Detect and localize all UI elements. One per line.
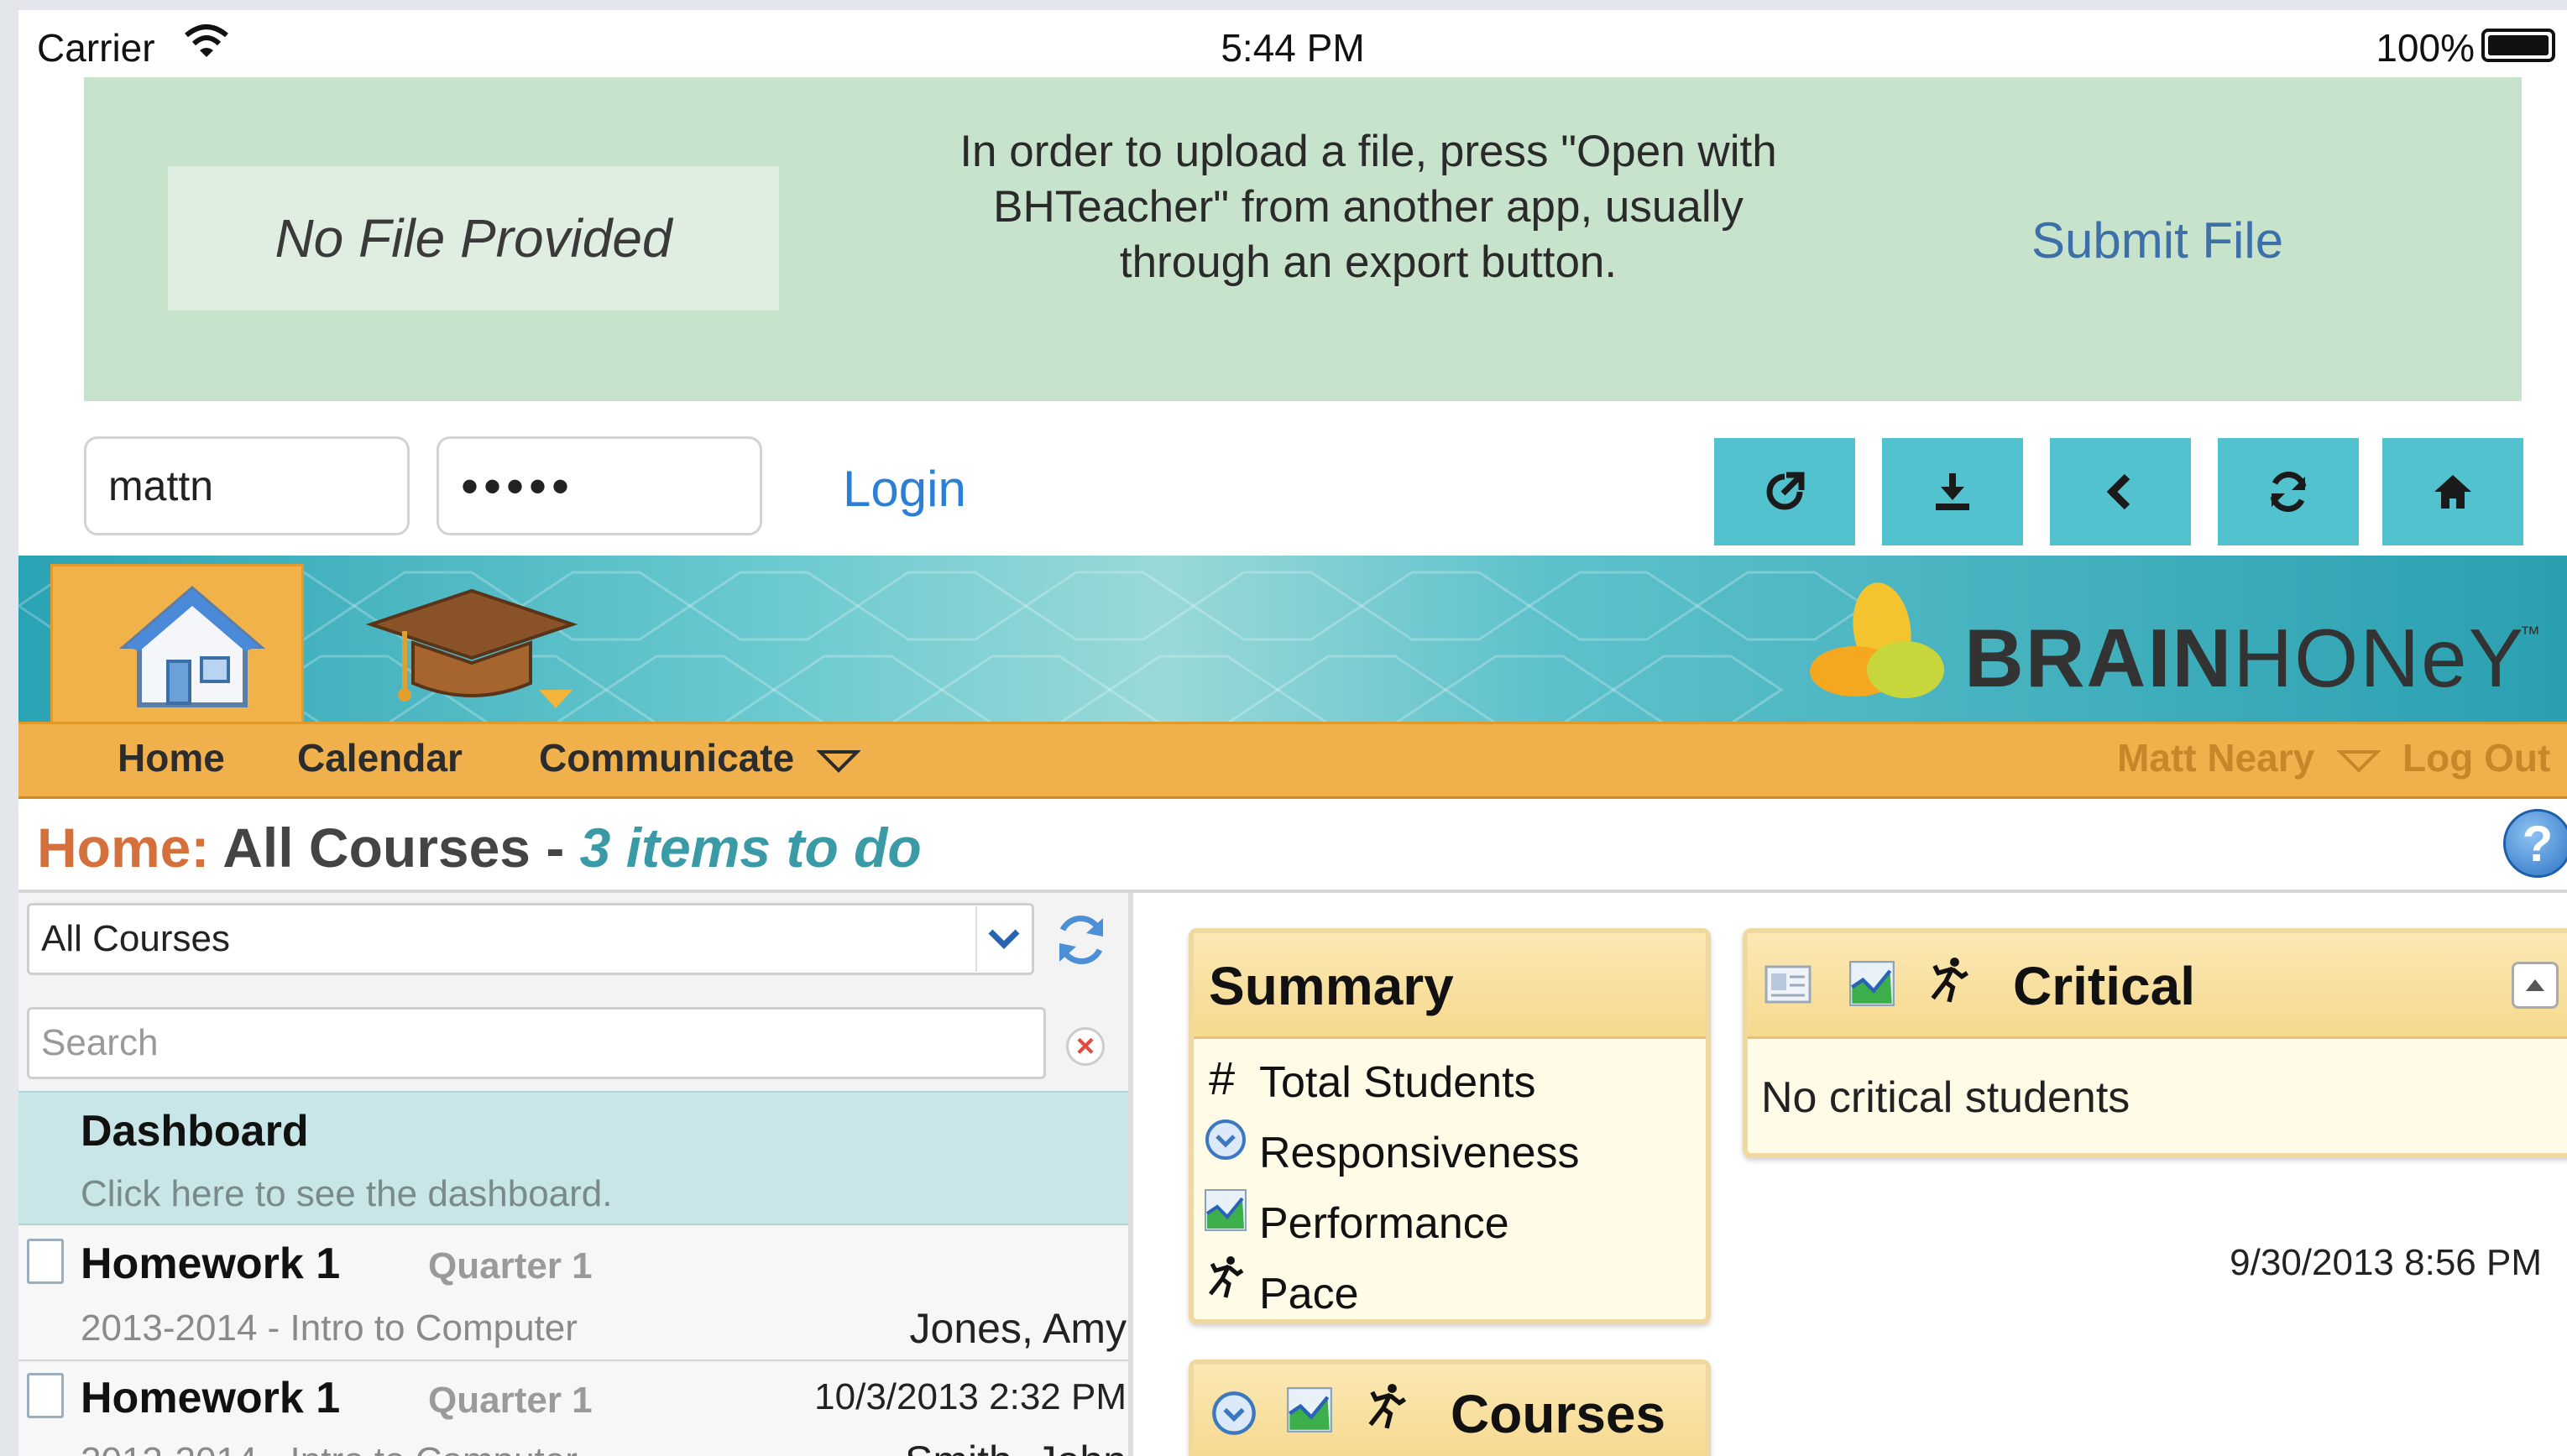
brand-trademark: ™ (2520, 623, 2540, 645)
upload-instructions-line: through an export button. (1119, 237, 1618, 287)
refresh-button[interactable] (2218, 438, 2359, 545)
summary-item[interactable]: Performance (1259, 1198, 1509, 1249)
todo-student: Jones, Amy (909, 1305, 1127, 1352)
collapse-button[interactable] (2512, 962, 2559, 1009)
summary-title: Summary (1209, 956, 1454, 1016)
document-icon (27, 1239, 64, 1284)
logout-link[interactable]: Log Out (2402, 735, 2550, 780)
clock-icon (1212, 1391, 1256, 1435)
status-clock: 5:44 PM (1221, 26, 1365, 70)
share-icon (1766, 472, 1805, 510)
reload-list-icon[interactable] (1051, 910, 1111, 970)
home-icon (2434, 475, 2471, 509)
search-input[interactable]: Search (27, 1007, 1046, 1079)
user-menu[interactable]: Matt Neary (2117, 735, 2381, 780)
download-icon (1936, 473, 1969, 510)
summary-item[interactable]: Pace (1259, 1269, 1359, 1319)
graduation-cap-icon[interactable] (354, 582, 589, 717)
share-button[interactable] (1714, 438, 1855, 545)
brainhoney-logo-icon (1810, 582, 1944, 698)
chevron-left-icon (2106, 473, 2130, 510)
submit-file-button[interactable]: Submit File (2031, 211, 2283, 269)
username-field[interactable]: mattn (84, 436, 410, 535)
hash-icon: # (1209, 1052, 1236, 1104)
summary-item[interactable]: Total Students (1259, 1057, 1536, 1108)
todo-quarter: Quarter 1 (428, 1245, 593, 1286)
critical-empty-message: No critical students (1761, 1073, 2130, 1122)
upload-instructions-line: BHTeacher" from another app, usually (993, 182, 1744, 232)
chevron-down-icon (816, 749, 861, 773)
courses-title: Courses (1451, 1384, 1666, 1444)
password-field[interactable]: ••••• (437, 436, 762, 535)
brand-wordmark: BRAINHONeY (1964, 611, 2525, 706)
nav-communicate[interactable]: Communicate (539, 735, 861, 780)
todo-date: 10/3/2013 2:32 PM (814, 1376, 1127, 1417)
chevron-down-icon[interactable] (975, 906, 1031, 972)
nav-calendar[interactable]: Calendar (297, 735, 463, 780)
chart-icon (1287, 1387, 1332, 1433)
todo-course: 2013-2014 - Intro to Computer (81, 1440, 578, 1456)
upload-banner: No File Provided In order to upload a fi… (84, 77, 2522, 401)
dashboard-subtitle: Click here to see the dashboard. (81, 1173, 613, 1214)
runner-icon (1931, 958, 1969, 1003)
user-name: Matt Neary (2117, 736, 2315, 780)
title-todo-count: 3 items to do (579, 817, 922, 879)
app-window: Carrier 5:44 PM 100% No File Provided In… (18, 10, 2567, 1456)
help-icon[interactable]: ? (2503, 809, 2567, 878)
chart-icon (1849, 961, 1895, 1006)
file-status-box: No File Provided (168, 166, 779, 311)
refresh-icon (2270, 472, 2307, 512)
clock-icon (1205, 1119, 1246, 1160)
file-status-text: No File Provided (274, 208, 672, 269)
chevron-up-icon (2526, 979, 2544, 991)
upload-instructions: In order to upload a file, press "Open w… (806, 124, 1931, 290)
login-button[interactable]: Login (843, 460, 966, 518)
course-select[interactable]: All Courses (27, 903, 1034, 975)
clear-search-icon[interactable]: × (1066, 1027, 1105, 1066)
title-crumb: Home: (37, 817, 210, 879)
upload-instructions-line: In order to upload a file, press "Open w… (959, 127, 1777, 176)
dashboard-title: Dashboard (81, 1107, 309, 1156)
todo-title: Homework 1 (81, 1239, 341, 1288)
document-icon (27, 1373, 64, 1418)
title-main: All Courses - (209, 817, 580, 879)
brand-light: HONeY (2233, 612, 2525, 704)
todo-course: 2013-2014 - Intro to Computer (81, 1307, 578, 1349)
id-card-icon (1764, 965, 1812, 1004)
critical-title: Critical (2013, 956, 2195, 1016)
home-button[interactable] (2382, 438, 2523, 545)
nav-home[interactable]: Home (118, 735, 225, 780)
todo-student: Smith, John (774, 1437, 1127, 1456)
nav-communicate-label: Communicate (539, 736, 795, 780)
todo-title: Homework 1 (81, 1374, 341, 1422)
battery-icon (2481, 29, 2555, 62)
download-button[interactable] (1882, 438, 2023, 545)
chart-icon (1205, 1189, 1247, 1231)
runner-icon (1209, 1256, 1244, 1298)
todo-quarter: Quarter 1 (428, 1380, 593, 1421)
brand-bold: BRAIN (1964, 612, 2234, 704)
summary-item[interactable]: Responsiveness (1259, 1128, 1580, 1178)
house-icon[interactable] (118, 581, 267, 713)
runner-icon (1368, 1384, 1407, 1429)
battery-percent: 100% (2376, 26, 2475, 70)
todo-date: 9/30/2013 8:56 PM (2230, 1242, 2542, 1283)
back-button[interactable] (2050, 438, 2191, 545)
chevron-down-icon (2336, 749, 2381, 773)
page-title: Home: All Courses - 3 items to do (37, 816, 922, 879)
